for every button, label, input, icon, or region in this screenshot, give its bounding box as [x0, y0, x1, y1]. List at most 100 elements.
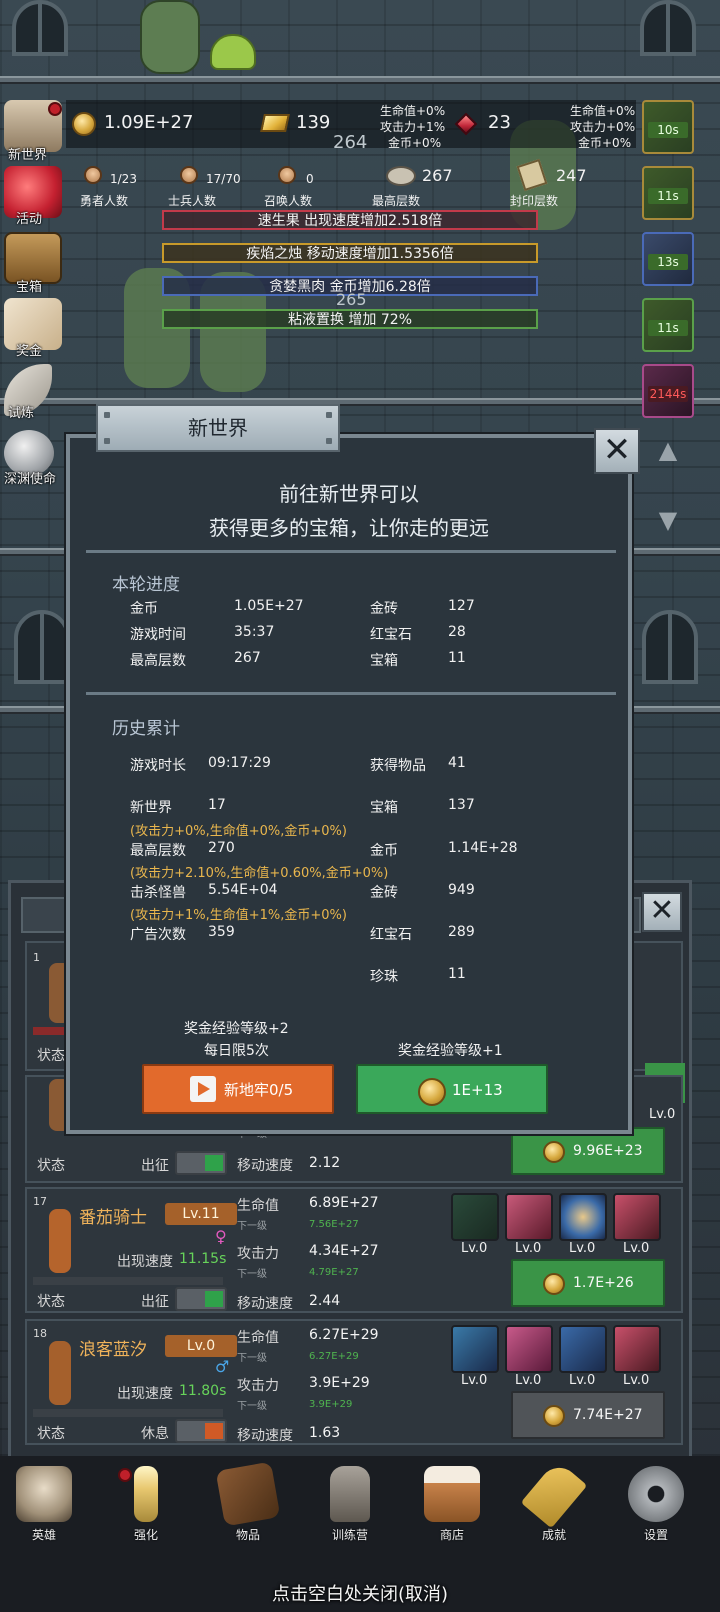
- side-menu-event[interactable]: 活动: [16, 208, 42, 227]
- claw-skill-icon[interactable]: [613, 1193, 661, 1241]
- nav-training[interactable]: 训练营: [310, 1466, 390, 1546]
- hp-next-value: 6.27E+29: [309, 1351, 359, 1362]
- scroll-down-icon[interactable]: ▼: [648, 506, 688, 534]
- upgrade-button[interactable]: 9.96E+23: [511, 1127, 665, 1175]
- round-floor-value: 267: [234, 650, 261, 666]
- nav-achievements[interactable]: 成就: [514, 1459, 594, 1546]
- close-hint[interactable]: 点击空白处关闭(取消): [0, 1580, 720, 1606]
- castle-window: [640, 0, 696, 56]
- skill-level: Lv.0: [515, 1373, 542, 1388]
- skill-level: Lv.0: [623, 1241, 650, 1256]
- side-menu-chest[interactable]: 宝箱: [16, 276, 42, 295]
- nav-shop[interactable]: 商店: [412, 1466, 492, 1546]
- soldier-count-icon: [180, 166, 198, 184]
- history-kills-label: 击杀怪兽: [130, 885, 186, 901]
- atk-next-label: 下一级: [237, 1269, 267, 1280]
- nav-items[interactable]: 物品: [208, 1461, 288, 1546]
- scroll-up-icon[interactable]: ▲: [648, 436, 688, 464]
- toggle-knob: [205, 1155, 223, 1171]
- hero-level-badge: Lv.11: [165, 1203, 237, 1225]
- floor-divider: [0, 76, 720, 84]
- side-menu-new-world[interactable]: 新世界: [8, 144, 47, 163]
- side-menu-abyss[interactable]: 深渊使命: [4, 468, 56, 487]
- deploy-toggle[interactable]: [175, 1287, 227, 1311]
- hero-panel-close-icon[interactable]: ✕: [642, 892, 682, 932]
- deploy-toggle[interactable]: [175, 1151, 227, 1175]
- female-icon: ♀: [215, 1227, 227, 1246]
- toggle-knob: [205, 1423, 223, 1439]
- round-coins-value: 1.05E+27: [234, 598, 304, 614]
- divider: [86, 692, 616, 695]
- history-gold-value: 949: [448, 882, 475, 898]
- coin-icon: [543, 1273, 565, 1295]
- timer-slot[interactable]: 10s: [642, 100, 694, 154]
- history-floor-label: 最高层数: [130, 843, 186, 859]
- timer-slot[interactable]: 13s: [642, 232, 694, 286]
- hero-index: 1: [33, 951, 40, 964]
- figure-skill-icon[interactable]: [559, 1193, 607, 1241]
- new-dungeon-ad-button[interactable]: 新地牢0/5: [142, 1064, 334, 1114]
- nav-settings[interactable]: 设置: [616, 1466, 696, 1546]
- skull-icon: [16, 1466, 72, 1522]
- crossbones-skill-icon[interactable]: [451, 1325, 499, 1373]
- new-world-dialog: 前往新世界可以 获得更多的宝箱，让你走的更远: [66, 434, 632, 1134]
- hero-status-label: 状态: [37, 1294, 65, 1310]
- timer-slot[interactable]: 2144s: [642, 364, 694, 418]
- coin-icon: [72, 112, 96, 136]
- hero-card[interactable]: 17 番茄骑士 Lv.11 ♀ 出现速度 11.15s 状态 出征 生命值 6.…: [25, 1187, 683, 1313]
- sealed-floor-value: 247: [556, 166, 587, 185]
- candle-icon: [134, 1466, 158, 1522]
- floor-number: 264: [333, 132, 368, 153]
- history-kills-bonus: (攻击力+1%,生命值+1%,金币+0%): [130, 908, 347, 923]
- skill-level: Lv.0: [515, 1241, 542, 1256]
- blade-skill-icon[interactable]: [505, 1193, 553, 1241]
- round-progress-title: 本轮进度: [112, 575, 180, 595]
- book-icon: [215, 1461, 281, 1527]
- side-menu-trial[interactable]: 试炼: [8, 402, 34, 421]
- atk-next-label: 下一级: [237, 1401, 267, 1412]
- side-menu-bonus[interactable]: 奖金: [16, 340, 42, 359]
- hero-sprite: [49, 1341, 71, 1405]
- nav-enhance[interactable]: 强化: [106, 1466, 186, 1546]
- hero-status-label: 状态: [37, 1158, 65, 1174]
- boots-red-skill-icon[interactable]: [613, 1325, 661, 1373]
- rivet: [104, 438, 110, 444]
- timer-slot[interactable]: 11s: [642, 298, 694, 352]
- buff-bar: 粘液置换 增加 72%: [162, 309, 538, 329]
- upgrade-button-disabled[interactable]: 7.74E+27: [511, 1391, 665, 1439]
- spear-skill-icon[interactable]: [505, 1325, 553, 1373]
- castle-window: [14, 610, 70, 684]
- hero-hp-bar: [33, 1277, 223, 1285]
- right-bonus-atk: 攻击力+0%: [570, 120, 636, 134]
- timer-slot[interactable]: 11s: [642, 166, 694, 220]
- shield-skill-icon[interactable]: [451, 1193, 499, 1241]
- deploy-toggle[interactable]: [175, 1419, 227, 1443]
- boots-skill-icon[interactable]: [559, 1325, 607, 1373]
- hero-count-label: 勇者人数: [80, 194, 129, 208]
- nav-label: 训练营: [331, 1528, 368, 1542]
- round-time-label: 游戏时间: [130, 627, 186, 643]
- hp-next-label: 下一级: [237, 1221, 267, 1232]
- new-world-coin-button[interactable]: 1E+13: [356, 1064, 548, 1114]
- history-items-value: 41: [448, 755, 466, 771]
- timer-value: 10s: [648, 122, 688, 138]
- video-icon: [190, 1076, 216, 1102]
- hero-count-icon: [84, 166, 102, 184]
- nav-label: 设置: [643, 1528, 668, 1542]
- male-icon: ♂: [215, 1357, 230, 1376]
- hp-next-value: 7.56E+27: [309, 1219, 359, 1230]
- divider: [86, 550, 616, 553]
- atk-next-value: 4.79E+27: [309, 1267, 359, 1278]
- nav-heroes[interactable]: 英雄: [4, 1466, 84, 1546]
- dialog-intro-line1: 前往新世界可以: [279, 482, 419, 506]
- upgrade-button[interactable]: 1.7E+26: [511, 1259, 665, 1307]
- timer-value: 11s: [648, 320, 688, 336]
- hero-card[interactable]: 18 浪客蓝汐 Lv.0 ♂ 出现速度 11.80s 状态 休息 生命值 6.2…: [25, 1319, 683, 1445]
- history-playtime-label: 游戏时长: [130, 758, 186, 774]
- deploy-label: 出征: [141, 1294, 169, 1310]
- upgrade-cost: 9.96E+23: [573, 1143, 643, 1159]
- close-icon[interactable]: ✕: [594, 428, 640, 474]
- rivet: [326, 438, 332, 444]
- history-chest-value: 137: [448, 797, 475, 813]
- left-bonus-coin: 金币+0%: [388, 136, 442, 150]
